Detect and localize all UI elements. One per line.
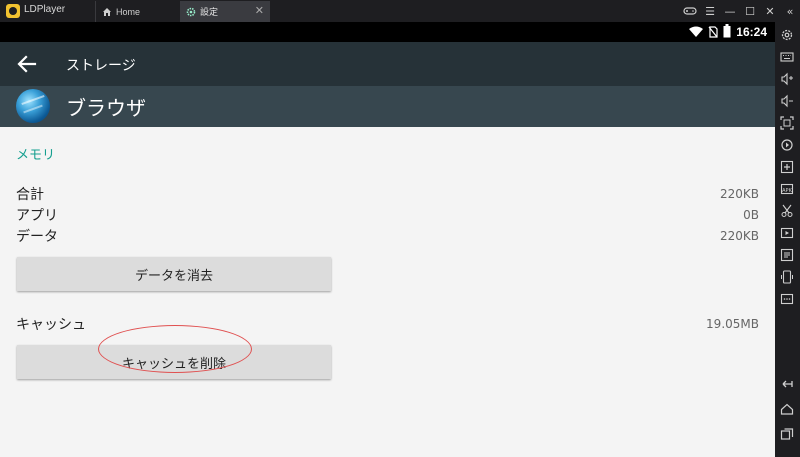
add-apk-icon[interactable] — [780, 160, 794, 174]
title-bar: LDPlayer Home 設定 ✕ ☰ — ☐ ✕ « — [0, 0, 800, 22]
maximize-icon[interactable]: ☐ — [740, 0, 760, 22]
volume-up-icon[interactable] — [780, 72, 794, 86]
clear-data-button[interactable]: データを消去 — [17, 257, 331, 291]
back-icon[interactable] — [780, 377, 794, 391]
page-title: ストレージ — [66, 58, 136, 74]
tab-close-icon[interactable]: ✕ — [255, 4, 264, 17]
back-arrow-icon[interactable] — [16, 53, 38, 75]
tab-settings[interactable]: 設定 ✕ — [180, 1, 270, 22]
settings-icon[interactable] — [780, 28, 794, 42]
close-icon[interactable]: ✕ — [760, 0, 780, 22]
app-name: LDPlayer — [24, 4, 66, 15]
volume-down-icon[interactable] — [780, 94, 794, 108]
screenshot-icon[interactable]: APK — [780, 182, 794, 196]
scissors-icon[interactable] — [780, 204, 794, 218]
cache-value: 19.05MB — [706, 317, 759, 331]
collapse-sidebar-icon[interactable]: « — [780, 0, 800, 22]
total-label: 合計 — [16, 187, 44, 203]
emulator-sidebar: APK — [775, 22, 800, 457]
tab-settings-label: 設定 — [200, 7, 219, 17]
total-value: 220KB — [719, 187, 759, 201]
gamepad-icon[interactable] — [680, 0, 700, 22]
status-bar: 16:24 — [0, 22, 775, 42]
app-header: ブラウザ — [0, 86, 775, 127]
app-size-label: アプリ — [16, 208, 58, 224]
clock: 16:24 — [736, 25, 767, 39]
app-size-value: 0B — [743, 208, 759, 222]
memory-section-title: メモリ — [16, 148, 56, 163]
sync-icon[interactable] — [780, 138, 794, 152]
ldplayer-window: LDPlayer Home 設定 ✕ ☰ — ☐ ✕ « 16:24 ストレージ… — [0, 0, 800, 457]
device-icon[interactable] — [780, 270, 794, 284]
battery-icon — [723, 23, 731, 42]
highlight-ellipse — [98, 325, 252, 373]
more-icon[interactable] — [780, 292, 794, 306]
keyboard-icon[interactable] — [780, 50, 794, 64]
app-name-label: ブラウザ — [66, 96, 146, 120]
window-controls: ☰ — ☐ ✕ « — [680, 0, 800, 22]
operations-icon[interactable] — [780, 248, 794, 262]
recents-icon[interactable] — [780, 427, 794, 441]
home-nav-icon[interactable] — [780, 402, 794, 416]
minimize-icon[interactable]: — — [720, 0, 740, 22]
fullscreen-icon[interactable] — [780, 116, 794, 130]
data-size-value: 220KB — [719, 229, 759, 243]
action-bar: ストレージ — [0, 42, 775, 86]
cache-label: キャッシュ — [16, 317, 86, 333]
tab-home[interactable]: Home — [95, 1, 179, 22]
gear-icon — [186, 7, 196, 17]
tab-home-label: Home — [116, 6, 141, 17]
home-icon — [102, 7, 112, 17]
data-size-label: データ — [16, 229, 58, 245]
ldplayer-logo-icon — [6, 4, 20, 18]
svg-text:APK: APK — [782, 188, 792, 194]
android-screen: 16:24 ストレージ ブラウザ メモリ 合計 220KB アプリ 0B データ… — [0, 22, 775, 457]
video-icon[interactable] — [780, 226, 794, 240]
no-sim-icon — [708, 23, 718, 42]
browser-globe-icon — [16, 89, 50, 123]
wifi-icon — [689, 23, 704, 42]
menu-icon[interactable]: ☰ — [700, 0, 720, 22]
